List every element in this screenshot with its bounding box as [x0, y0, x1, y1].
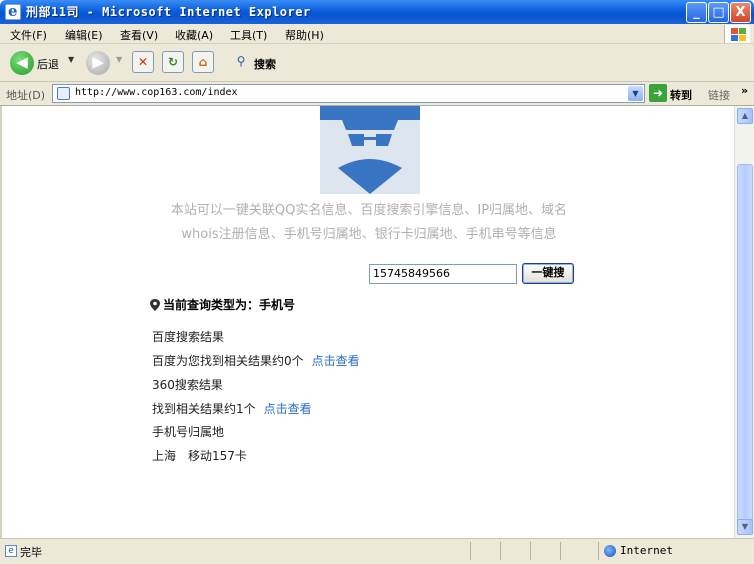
toolbar: ◀ 后退 ▼ ▶ ▼ ✕ ↻ ⌂ ⚲ 搜索 [0, 44, 754, 82]
menu-tools[interactable]: 工具(T) [230, 27, 267, 43]
address-input[interactable]: http://www.cop163.com/index ▼ [52, 84, 645, 103]
links-button[interactable]: 链接 [708, 87, 730, 103]
page-done-icon: e [5, 545, 17, 557]
search-icon[interactable]: ⚲ [230, 51, 252, 73]
s360-results-title: 360搜索结果 [152, 378, 223, 392]
status-divider [470, 542, 471, 560]
page-icon [57, 87, 70, 100]
refresh-icon[interactable]: ↻ [162, 51, 184, 73]
window-title: 刑部11司 - Microsoft Internet Explorer [26, 5, 311, 19]
zone-label: Internet [620, 544, 673, 557]
internet-zone-icon [604, 545, 616, 557]
baidu-results-title: 百度搜索结果 [152, 330, 225, 344]
go-button[interactable]: 转到 [670, 87, 692, 103]
maximize-button[interactable]: □ [708, 2, 729, 23]
stop-icon[interactable]: ✕ [132, 51, 154, 73]
menu-favorites[interactable]: 收藏(A) [175, 27, 213, 43]
status-divider [560, 542, 561, 560]
status-text: 完毕 [20, 546, 42, 559]
scroll-down-arrow-icon[interactable]: ▼ [737, 519, 753, 535]
query-type-label: 当前查询类型为：手机号 [163, 298, 296, 312]
menu-file[interactable]: 文件(F) [10, 27, 47, 43]
baidu-results-text: 百度为您找到相关结果约0个 [152, 354, 304, 368]
baidu-view-link[interactable]: 点击查看 [312, 354, 360, 368]
status-divider [598, 542, 599, 560]
search-button[interactable]: 一键搜 [522, 263, 574, 284]
forward-arrow-icon[interactable]: ▶ [86, 51, 110, 75]
site-logo [320, 106, 420, 194]
query-type-line: 当前查询类型为：手机号 [150, 296, 295, 313]
description-line-1: 本站可以一键关联QQ实名信息、百度搜索引擎信息、IP归属地、域名 [170, 203, 568, 218]
go-arrow-icon[interactable]: ➜ [649, 84, 667, 102]
status-bar: e 完毕 Internet [0, 538, 754, 564]
scroll-thumb[interactable] [737, 164, 753, 524]
status-divider [530, 542, 531, 560]
status-divider [500, 542, 501, 560]
location-title: 手机号归属地 [152, 425, 225, 439]
title-bar[interactable]: 刑部11司 - Microsoft Internet Explorer _ □ … [0, 0, 754, 24]
ie-icon [5, 2, 21, 20]
back-button-label[interactable]: 后退 [37, 56, 59, 72]
windows-logo-icon [724, 25, 750, 43]
address-url: http://www.cop163.com/index [75, 87, 238, 98]
close-button[interactable]: X [730, 2, 751, 23]
address-label: 地址(D) [6, 89, 46, 102]
home-icon[interactable]: ⌂ [192, 51, 214, 73]
back-arrow-icon[interactable]: ◀ [10, 51, 34, 75]
description-line-2: whois注册信息、手机号归属地、银行卡归属地、手机串号等信息 [181, 227, 557, 242]
s360-view-link[interactable]: 点击查看 [264, 402, 312, 416]
forward-dropdown-icon[interactable]: ▼ [116, 55, 122, 64]
menu-help[interactable]: 帮助(H) [285, 27, 324, 43]
address-dropdown-icon[interactable]: ▼ [628, 86, 643, 101]
location-pin-icon [150, 299, 160, 311]
search-input[interactable]: 15745849566 [369, 264, 517, 284]
location-text: 上海 移动157卡 [152, 449, 247, 463]
s360-results-row: 找到相关结果约1个 点击查看 [152, 400, 312, 417]
menu-bar: 文件(F) 编辑(E) 查看(V) 收藏(A) 工具(T) 帮助(H) [0, 24, 754, 44]
links-overflow-icon[interactable]: » [741, 84, 748, 97]
vertical-scrollbar[interactable]: ▲ ▼ [734, 106, 754, 538]
menu-edit[interactable]: 编辑(E) [65, 27, 103, 43]
menu-view[interactable]: 查看(V) [120, 27, 158, 43]
search-button-label[interactable]: 搜索 [254, 56, 276, 72]
baidu-results-row: 百度为您找到相关结果约0个 点击查看 [152, 352, 360, 369]
address-bar: 地址(D) http://www.cop163.com/index ▼ ➜ 转到… [0, 82, 754, 106]
minimize-button[interactable]: _ [686, 2, 707, 23]
page-content: 本站可以一键关联QQ实名信息、百度搜索引擎信息、IP归属地、域名 whois注册… [0, 106, 734, 538]
s360-results-text: 找到相关结果约1个 [152, 402, 256, 416]
back-dropdown-icon[interactable]: ▼ [68, 55, 74, 64]
scroll-up-arrow-icon[interactable]: ▲ [737, 108, 753, 124]
hat-man-logo-icon [320, 106, 420, 194]
